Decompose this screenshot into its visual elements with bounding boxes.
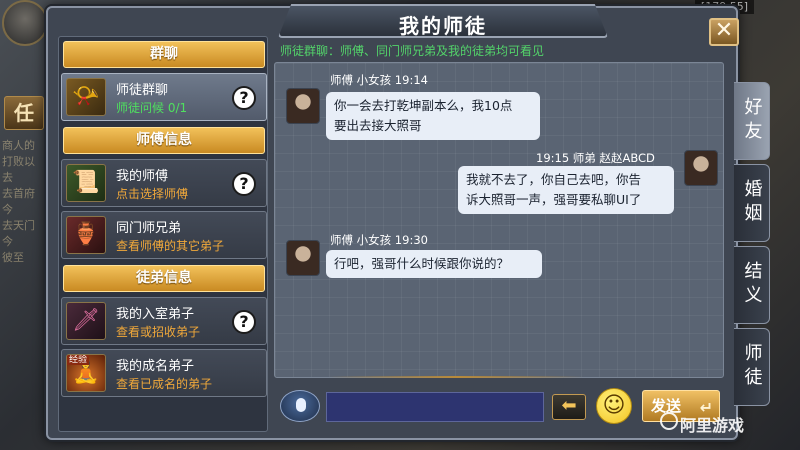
tab-marriage[interactable]: 婚姻	[734, 164, 770, 242]
help-icon[interactable]: ?	[232, 310, 256, 334]
message-bubble: 行吧，强哥什么时候跟你说的？	[326, 250, 542, 278]
blade-icon: 🗡	[66, 302, 106, 340]
quest-log-line: 打败以	[2, 155, 35, 168]
entry-famous-disciples[interactable]: 经验 🧘 我的成名弟子 查看已成名的弟子	[61, 349, 267, 397]
watermark-text: 阿里游戏	[680, 416, 745, 435]
message-line: 你一会去打乾坤副本么，我10点	[334, 98, 513, 113]
entry-subtitle: 查看已成名的弟子	[116, 377, 213, 391]
tab-friends[interactable]: 好友	[734, 82, 770, 160]
experience-badge: 经验	[67, 355, 90, 365]
section-disciple-info: 徒弟信息	[63, 265, 265, 292]
entry-my-master[interactable]: 📜 我的师傅 点击选择师傅 ?	[61, 159, 267, 207]
chat-notice: 师徒群聊：师傅、同门师兄弟及我的徒弟均可看见	[280, 44, 545, 58]
entry-group-chat[interactable]: 📯 师徒群聊 师徒问候 0/1 ?	[61, 73, 267, 121]
task-tab[interactable]: 任	[4, 96, 44, 130]
quest-log-line: 今	[2, 235, 13, 248]
entry-title: 师徒群聊	[116, 83, 169, 98]
quest-log-line: 去天门	[2, 219, 35, 232]
left-menu-panel: 群聊 📯 师徒群聊 师徒问候 0/1 ? 师傅信息 📜 我的师傅 点击选择师傅 …	[58, 36, 268, 432]
voice-input-button[interactable]	[280, 390, 320, 422]
quest-log-line: 彼至	[2, 251, 24, 264]
entry-subtitle: 点击选择师傅	[116, 187, 189, 201]
message-header: 师傅 小女孩 19:30	[330, 233, 428, 247]
message-line: 要出去接大照哥	[334, 118, 422, 133]
message-line: 诉大照哥一声，强哥要私聊UI了	[466, 192, 642, 207]
tab-master-disciple[interactable]: 师徒	[734, 328, 770, 406]
window-title: 我的师徒	[399, 14, 487, 38]
entry-subtitle: 查看或招收弟子	[116, 325, 201, 339]
message-line: 行吧，强哥什么时候跟你说的？	[334, 256, 510, 271]
message-line: 我就不去了，你自己去吧，你告	[466, 172, 642, 187]
player-avatar[interactable]	[2, 0, 48, 46]
title-plate: 我的师徒	[278, 4, 608, 38]
chat-input[interactable]	[326, 392, 544, 422]
entry-inner-disciples[interactable]: 🗡 我的入室弟子 查看或招收弟子 ?	[61, 297, 267, 345]
quest-log-line: 去首府	[2, 187, 35, 200]
section-master-info: 师傅信息	[63, 127, 265, 154]
vase-icon: 🏺	[66, 216, 106, 254]
entry-title: 同门师兄弟	[116, 221, 182, 236]
tab-sworn-brothers[interactable]: 结义	[734, 246, 770, 324]
scroll-icon: 📜	[66, 164, 106, 202]
quest-log-line: 去	[2, 171, 13, 184]
avatar[interactable]	[286, 240, 320, 276]
avatar[interactable]	[286, 88, 320, 124]
help-icon[interactable]: ?	[232, 86, 256, 110]
message-bubble: 你一会去打乾坤副本么，我10点 要出去接大照哥	[326, 92, 540, 140]
message-header: 师傅 小女孩 19:14	[330, 73, 428, 87]
backspace-button[interactable]: ⬅	[552, 394, 586, 420]
entry-title: 我的入室弟子	[116, 307, 195, 322]
entry-subtitle: 师徒问候 0/1	[116, 101, 188, 115]
message-header: 19:15 师弟 赵赵ABCD	[536, 151, 655, 165]
background-quest-log: 商人的 打败以 去 去首府 今 去天门 今 彼至	[2, 138, 44, 266]
horn-icon: 📯	[66, 78, 106, 116]
divider	[328, 376, 584, 378]
watermark-logo-icon	[660, 412, 678, 430]
entry-subtitle: 查看师傅的其它弟子	[116, 239, 225, 253]
quest-log-line: 商人的	[2, 139, 35, 152]
emoji-button[interactable]: ☺	[596, 388, 632, 424]
message-bubble: 我就不去了，你自己去吧，你告 诉大照哥一声，强哥要私聊UI了	[458, 166, 674, 214]
microphone-icon	[296, 398, 306, 412]
meditation-icon: 经验 🧘	[66, 354, 106, 392]
entry-fellow-disciples[interactable]: 🏺 同门师兄弟 查看师傅的其它弟子	[61, 211, 267, 259]
entry-title: 我的成名弟子	[116, 359, 195, 374]
section-group-chat: 群聊	[63, 41, 265, 68]
close-button[interactable]: ✕	[709, 18, 739, 46]
entry-title: 我的师傅	[116, 169, 169, 184]
avatar[interactable]	[684, 150, 718, 186]
help-icon[interactable]: ?	[232, 172, 256, 196]
quest-log-line: 今	[2, 203, 13, 216]
